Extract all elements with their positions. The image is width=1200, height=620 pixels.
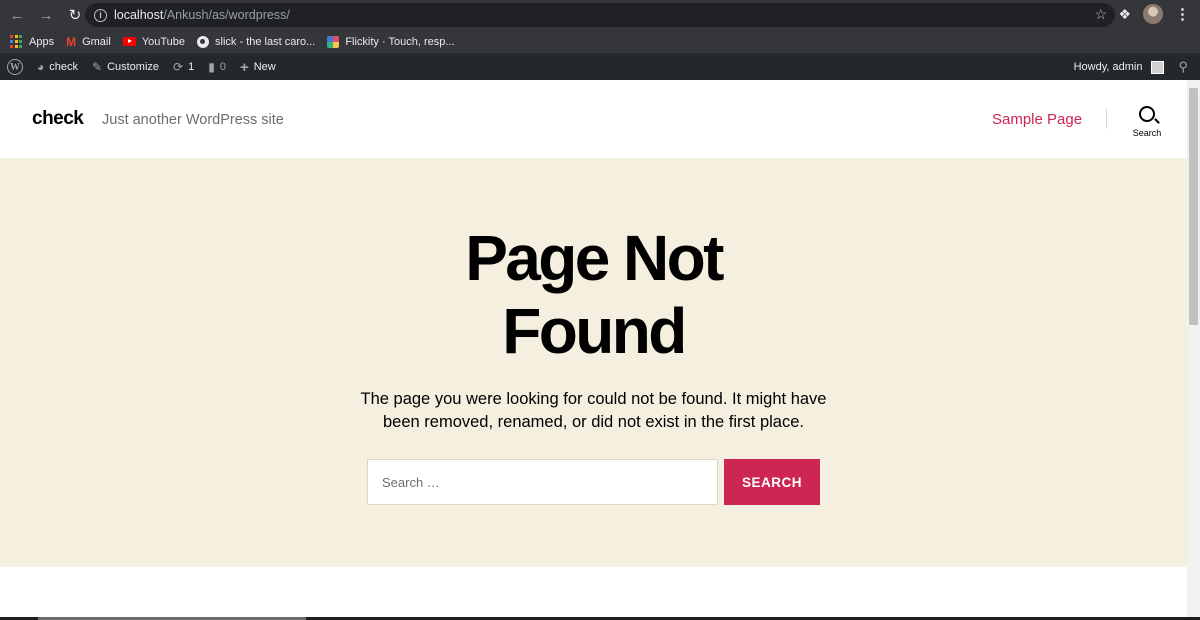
gmail-icon: M (66, 34, 77, 49)
bookmark-flickity[interactable]: Flickity · Touch, resp... (327, 35, 455, 48)
howdy-text: Howdy, admin (1073, 61, 1143, 73)
scrollbar-thumb[interactable] (1189, 88, 1198, 325)
search-toggle-label: Search (1132, 128, 1162, 138)
search-toggle-button[interactable]: Search (1128, 106, 1166, 138)
bookmark-star-icon[interactable]: ☆ (1094, 6, 1107, 23)
updates-icon: ⟳ (173, 60, 184, 74)
profile-avatar[interactable] (1143, 4, 1163, 24)
globe-icon (197, 35, 210, 48)
reload-icon[interactable]: ↻ (63, 3, 87, 27)
url-text[interactable]: localhost/Ankush/as/wordpress/ (114, 8, 290, 22)
admin-avatar (1151, 60, 1165, 74)
comments-count: 0 (219, 61, 226, 73)
new-label: New (253, 61, 276, 73)
page-title: Page Not Found (0, 222, 1187, 368)
bookmark-label: Flickity · Touch, resp... (345, 35, 455, 48)
bookmarks-bar: Apps M Gmail YouTube slick - the last ca… (0, 30, 1200, 54)
page-title-line2: Found (502, 295, 687, 367)
admin-comments[interactable]: ▮ 0 (201, 54, 233, 80)
page-title-line1: Page Not (465, 222, 724, 294)
bookmark-apps[interactable]: Apps (10, 35, 54, 48)
site-title[interactable]: check (32, 108, 84, 130)
admin-search-icon[interactable]: ⚲ (1168, 59, 1200, 75)
wp-logo-menu[interactable]: W (0, 54, 30, 80)
not-found-message: The page you were looking for could not … (360, 390, 827, 431)
browser-toolbar: ← → ↻ i localhost/Ankush/as/wordpress/ ☆… (0, 0, 1200, 30)
updates-count: 1 (188, 61, 195, 73)
search-input[interactable] (367, 459, 718, 505)
header-divider (1106, 109, 1107, 129)
extensions-puzzle-icon[interactable]: ❖ (1118, 6, 1131, 23)
url-path: /Ankush/as/wordpress/ (163, 8, 290, 22)
search-icon (1139, 106, 1155, 122)
my-account[interactable]: Howdy, admin (1067, 54, 1169, 80)
site-info-icon[interactable]: i (94, 8, 107, 22)
bookmark-label: YouTube (141, 35, 186, 48)
address-bar[interactable]: i localhost/Ankush/as/wordpress/ ☆ (85, 3, 1115, 27)
bookmark-slick[interactable]: slick - the last caro... (197, 35, 316, 48)
wp-admin-bar: W ◕ check ✎ Customize ⟳ 1 ▮ 0 + New Howd… (0, 54, 1200, 80)
menu-kebab-icon[interactable]: ⋮ (1175, 5, 1190, 23)
comment-bubble-icon: ▮ (208, 60, 215, 74)
menu-item-sample-page[interactable]: Sample Page (992, 111, 1082, 128)
plus-icon: + (239, 58, 249, 76)
bookmark-gmail[interactable]: M Gmail (66, 35, 111, 49)
customize-label: Customize (107, 61, 160, 73)
admin-site-name-label: check (49, 61, 78, 73)
bookmark-youtube[interactable]: YouTube (122, 35, 186, 48)
wordpress-logo-icon: W (7, 59, 23, 75)
admin-site-name[interactable]: ◕ check (30, 54, 85, 80)
site-header: check Just another WordPress site Sample… (0, 80, 1187, 158)
browser-actions: ❖ ⋮ (1118, 4, 1190, 24)
forward-arrow-icon[interactable]: → (34, 3, 58, 27)
youtube-icon (122, 37, 136, 46)
admin-updates[interactable]: ⟳ 1 (166, 54, 201, 80)
back-arrow-icon[interactable]: ← (5, 3, 29, 27)
main-content: Page Not Found The page you were looking… (0, 158, 1187, 567)
admin-customize[interactable]: ✎ Customize (85, 54, 166, 80)
dashboard-icon: ◕ (37, 60, 45, 74)
page-scrollbar[interactable] (1187, 80, 1200, 620)
bookmark-label: slick - the last caro... (215, 35, 316, 48)
search-submit-button[interactable]: SEARCH (724, 459, 820, 505)
admin-bar-secondary: Howdy, admin ⚲ (1067, 54, 1200, 80)
apps-grid-icon (10, 35, 23, 48)
flickity-icon (327, 35, 340, 48)
admin-new-content[interactable]: + New (233, 54, 283, 80)
site-description: Just another WordPress site (102, 112, 284, 128)
bookmark-label: Gmail (82, 35, 111, 48)
search-form: SEARCH (367, 459, 820, 505)
brush-icon: ✎ (92, 60, 103, 74)
bookmark-label: Apps (29, 35, 55, 48)
url-host: localhost (114, 8, 164, 22)
